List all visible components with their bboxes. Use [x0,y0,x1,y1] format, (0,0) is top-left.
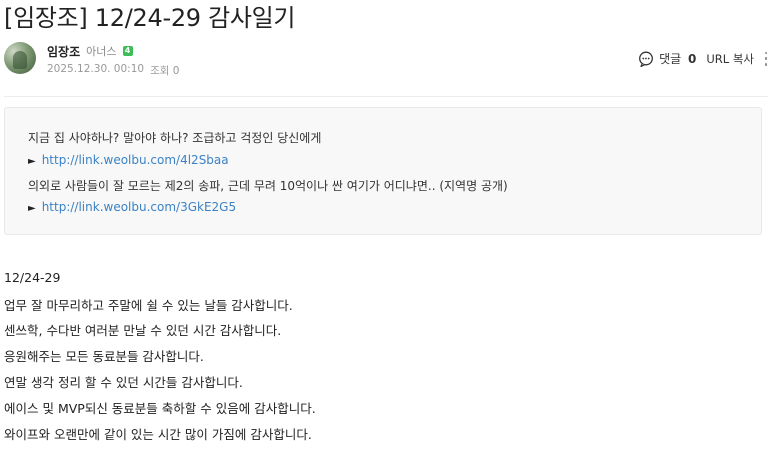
body-line: 업무 잘 마무리하고 주말에 쉴 수 있는 날들 감사합니다. [4,298,293,313]
promo-link-2[interactable]: http://link.weolbu.com/3GkE2G5 [42,200,236,214]
body-line: 연말 생각 정리 할 수 있던 시간들 감사합니다. [4,375,243,390]
box-link-row-2: ► http://link.weolbu.com/3GkE2G5 [28,200,236,214]
body-line: 센쓰학, 수다반 여러분 만날 수 있던 시간 감사합니다. [4,323,282,338]
more-options-icon[interactable] [764,51,768,66]
author-row: 임장조 아너스 4 [47,43,133,59]
comment-button[interactable]: 댓글 0 [638,50,696,67]
arrow-icon: ► [28,156,36,167]
post-actions: 댓글 0 URL 복사 [638,50,768,67]
body-line: 응원해주는 모든 동료분들 감사합니다. [4,349,204,364]
link-box: 지금 집 사야하나? 말아야 하나? 조급하고 걱정인 당신에게 ► http:/… [4,107,762,235]
post-meta: 2025.12.30. 00:10 조회 0 [47,63,179,78]
box-link-row-1: ► http://link.weolbu.com/4l2Sbaa [28,153,229,167]
grade-badge-icon: 4 [122,46,133,56]
header-divider [4,96,768,97]
arrow-icon: ► [28,203,36,214]
body-line: 에이스 및 MVP되신 동료분들 축하할 수 있음에 감사합니다. [4,401,316,416]
body-date-line: 12/24-29 [4,270,61,285]
post-title: [임장조] 12/24-29 감사일기 [4,4,296,32]
promo-link-1[interactable]: http://link.weolbu.com/4l2Sbaa [42,153,229,167]
comment-count: 0 [688,52,697,66]
body-line: 와이프와 오랜만에 같이 있는 시간 많이 가짐에 감사합니다. [4,427,312,442]
comment-label: 댓글 [659,52,682,66]
post-date: 2025.12.30. 00:10 [47,63,145,75]
box-line-1: 지금 집 사야하나? 말아야 하나? 조급하고 걱정인 당신에게 [28,131,322,145]
author-name[interactable]: 임장조 [47,43,80,60]
author-avatar[interactable] [4,42,36,74]
box-line-2: 의외로 사람들이 잘 모르는 제2의 송파, 근데 무려 10억이나 싼 여기가… [28,179,508,193]
author-grade: 아너스 [86,45,117,58]
url-copy-button[interactable]: URL 복사 [706,51,754,67]
comment-icon [639,51,654,67]
view-count: 조회 0 [150,65,180,77]
